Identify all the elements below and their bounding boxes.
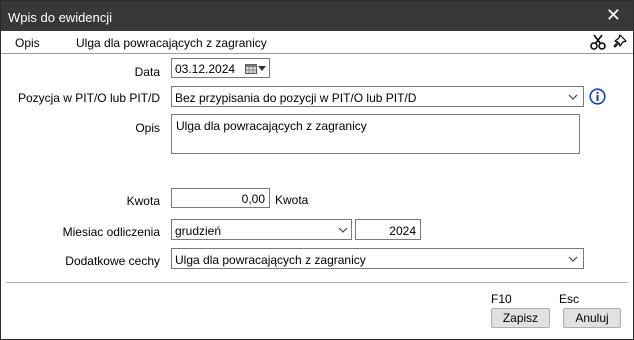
subheader-value: Ulga dla powracających z zagranicy [76,36,267,50]
close-icon[interactable]: ✕ [606,4,621,26]
chevron-down-icon [568,256,578,262]
chevron-down-icon [338,227,348,233]
cancel-button[interactable]: Anuluj [563,308,621,328]
date-field[interactable]: 03.12.2024 [171,58,270,78]
miesiac-label: Miesiac odliczenia [62,225,160,239]
pozycja-select[interactable]: Bez przypisania do pozycji w PIT/O lub P… [171,86,584,107]
opis-textarea[interactable]: Ulga dla powracających z zagranicy [171,114,580,154]
rok-input[interactable]: 2024 [355,219,421,240]
save-shortcut: F10 [491,292,512,306]
miesiac-select[interactable]: grudzień [171,219,352,240]
calendar-icon[interactable] [245,63,257,74]
kwota-suffix: Kwota [275,193,309,207]
footer-divider [6,282,628,283]
miesiac-value: grudzień [175,224,222,238]
info-icon[interactable] [589,88,606,105]
cancel-shortcut: Esc [559,292,580,306]
subheader-bar: Opis Ulga dla powracających z zagranicy [1,31,633,54]
kwota-input[interactable]: 0,00 [171,188,270,208]
window-title: Wpis do ewidencji [8,10,113,25]
chevron-down-icon [568,94,578,100]
kwota-value: 0,00 [241,192,265,206]
date-label: Data [134,65,160,79]
subheader-label: Opis [15,36,40,50]
opis-label: Opis [135,121,160,135]
scissors-icon[interactable] [589,33,607,51]
title-bar: Wpis do ewidencji ✕ [1,1,633,31]
opis-value: Ulga dla powracających z zagranicy [176,119,367,133]
pozycja-label: Pozycja w PIT/O lub PIT/D [17,91,160,105]
cechy-value: Ulga dla powracających z zagranicy [175,253,366,267]
date-dropdown-icon[interactable] [258,66,266,71]
cechy-select[interactable]: Ulga dla powracających z zagranicy [171,248,584,269]
dialog-window: Wpis do ewidencji ✕ Opis Ulga dla powrac… [0,0,634,340]
pozycja-value: Bez przypisania do pozycji w PIT/O lub P… [175,91,417,105]
date-value: 03.12.2024 [175,62,236,76]
save-button[interactable]: Zapisz [491,308,550,328]
kwota-label: Kwota [126,194,160,208]
cechy-label: Dodatkowe cechy [65,254,160,268]
rok-value: 2024 [389,224,416,238]
pin-icon[interactable] [610,33,628,51]
